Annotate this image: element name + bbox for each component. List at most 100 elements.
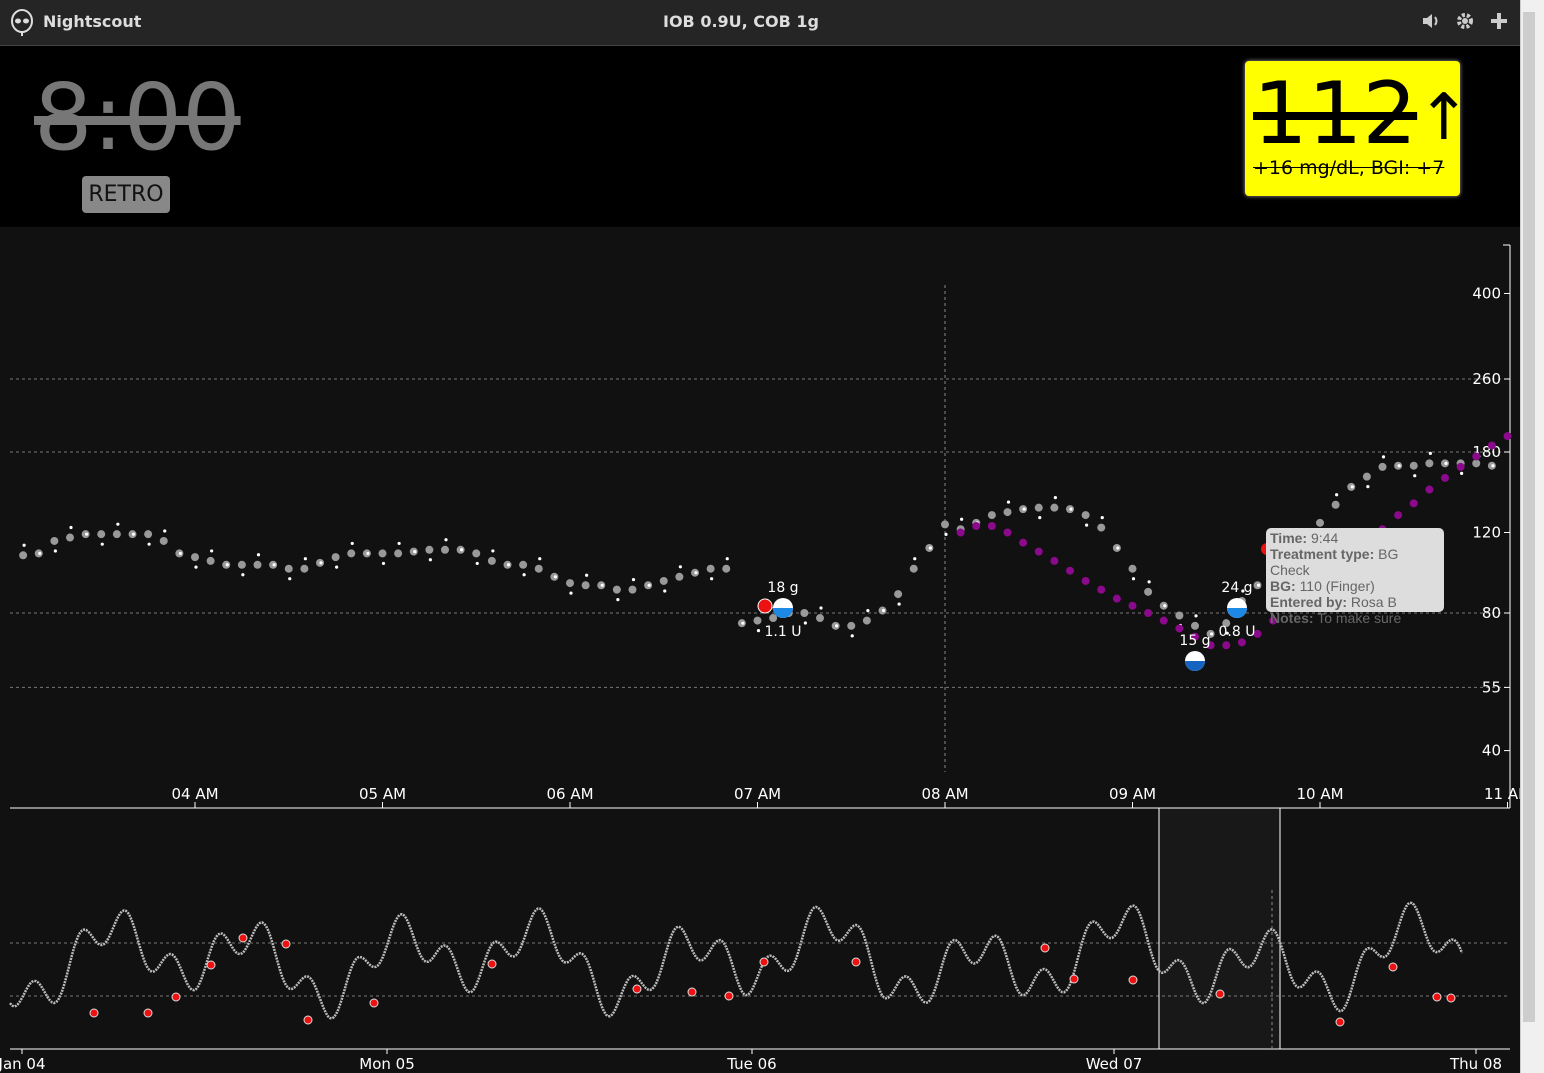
bg-reading-dot [534, 564, 543, 573]
raw-bg-dot [803, 621, 807, 625]
bg-reading-dot [159, 536, 168, 545]
prediction-dot [1394, 511, 1403, 520]
bg-reading-dot [66, 533, 74, 542]
nav-x-tick-label: Tue 06 [726, 1055, 776, 1073]
bg-reading-dot [191, 553, 199, 562]
top-navbar: Nightscout IOB 0.9U, COB 1g [0, 0, 1520, 46]
raw-bg-dot [1085, 523, 1089, 527]
insulin-label: 0.8 U [1219, 624, 1256, 640]
bg-reading-dot [237, 560, 246, 569]
raw-bg-dot [397, 541, 401, 546]
prediction-dot [956, 528, 965, 537]
gear-icon[interactable] [1453, 10, 1477, 34]
raw-bg-dot [256, 553, 261, 557]
bg-reading-dot [1003, 508, 1012, 517]
nav-bg-check [687, 987, 697, 997]
raw-bg-dot [272, 563, 276, 567]
bg-check-marker [757, 598, 773, 614]
nav-bg-check [281, 939, 291, 949]
x-tick-label: 04 AM [171, 785, 218, 803]
raw-bg-dot [444, 538, 448, 542]
raw-bg-dot [288, 577, 292, 581]
raw-bg-dot [1006, 500, 1011, 504]
scrollbar[interactable] [1520, 0, 1544, 1073]
raw-bg-dot [913, 557, 917, 561]
prediction-dot [972, 521, 981, 530]
raw-bg-dot [350, 541, 354, 546]
raw-bg-dot [1444, 461, 1448, 465]
bg-reading-dot [206, 556, 215, 565]
prediction-dot [1034, 547, 1043, 556]
raw-bg-dot [22, 543, 26, 547]
bg-reading-dot [144, 530, 153, 539]
raw-bg-dot [1256, 583, 1261, 587]
raw-bg-dot [1147, 580, 1151, 584]
bg-reading-dot [1409, 461, 1418, 470]
bg-reading-dot [769, 614, 778, 623]
y-tick-label-55: 55 [1482, 678, 1501, 696]
bg-value: 112 [1253, 64, 1418, 164]
raw-bg-dot [1053, 496, 1057, 500]
bg-reading-dot [753, 616, 762, 625]
carbs-label: 24 g [1221, 580, 1252, 596]
raw-bg-dot [897, 602, 901, 606]
raw-bg-dot [1163, 604, 1167, 608]
raw-bg-dot [69, 525, 73, 530]
bg-reading-dot [519, 560, 528, 569]
raw-bg-dot [1350, 485, 1354, 489]
plus-icon[interactable] [1487, 10, 1511, 34]
scrollbar-thumb[interactable] [1523, 12, 1535, 1022]
raw-bg-dot [178, 551, 182, 556]
bg-reading-dot [612, 585, 621, 594]
nav-bg-check [1388, 962, 1398, 972]
bg-reading-dot [1425, 459, 1434, 468]
raw-bg-dot [756, 628, 761, 633]
bg-reading-dot [378, 549, 387, 558]
raw-bg-dot [1397, 464, 1401, 468]
raw-bg-dot [1381, 455, 1386, 459]
prediction-dot [1159, 616, 1168, 625]
raw-bg-dot [147, 542, 151, 546]
raw-bg-dot [1038, 516, 1042, 520]
bg-reading-dot [284, 564, 293, 573]
trend-arrow-icon: ↑ [1417, 81, 1471, 155]
bg-reading-dot [19, 551, 28, 560]
prediction-dot [1425, 485, 1434, 494]
raw-bg-dot [413, 549, 417, 554]
bg-reading-dot [394, 549, 403, 558]
raw-bg-dot [116, 522, 120, 526]
nav-bg-check [851, 957, 861, 967]
current-bg-box: 112 ↑ +16 mg/dL, BGI: +7 [1245, 61, 1471, 196]
prediction-dot [1441, 473, 1449, 482]
raw-bg-dot [38, 551, 42, 556]
raw-bg-dot [694, 571, 698, 575]
prediction-dot [1472, 452, 1481, 461]
prediction-dot [1409, 499, 1418, 508]
iob-cob-pill[interactable]: IOB 0.9U, COB 1g [0, 12, 1482, 31]
raw-bg-dot [491, 549, 495, 553]
prediction-dot [1144, 609, 1153, 617]
brush-selection [1159, 808, 1280, 1049]
nav-bg-check [1040, 943, 1050, 953]
bg-reading-dot [675, 572, 684, 581]
speaker-icon[interactable] [1419, 10, 1443, 34]
raw-bg-dot [319, 561, 323, 565]
bg-reading-dot [941, 520, 949, 529]
x-tick-label: 10 AM [1296, 785, 1343, 803]
bg-reading-dot [425, 545, 434, 554]
nav-bg-check [303, 1015, 313, 1025]
raw-bg-dot [710, 577, 714, 581]
bg-reading-dot [1316, 518, 1324, 527]
raw-bg-dot [1116, 546, 1120, 550]
bg-reading-dot [1128, 564, 1137, 573]
nav-bg-check [1069, 974, 1079, 984]
raw-bg-dot [522, 573, 526, 577]
bg-reading-dot [659, 576, 668, 585]
tooltip-bg: 110 (Finger) [1299, 578, 1375, 594]
x-tick-label: 08 AM [921, 785, 968, 803]
bg-chart[interactable]: 40558012018026040004 AM 05 AM 06 AM 07 AM 08… [0, 227, 1520, 1073]
tooltip-time: 9:44 [1310, 530, 1339, 546]
nav-bg-check [487, 959, 497, 969]
raw-bg-dot [100, 542, 104, 546]
raw-bg-dot [835, 624, 839, 628]
